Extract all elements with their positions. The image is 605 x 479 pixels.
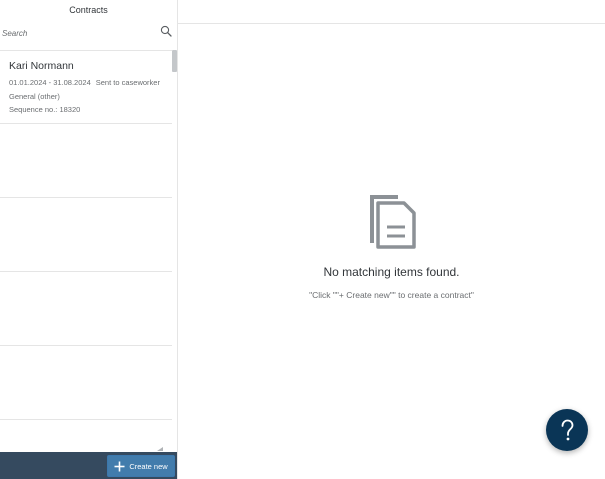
- search-icon[interactable]: [160, 25, 172, 37]
- question-mark-icon: [561, 419, 574, 441]
- master-title: Contracts: [69, 5, 108, 15]
- detail-pane: No matching items found. "Click ""+ Crea…: [178, 0, 605, 479]
- empty-state-title: No matching items found.: [323, 265, 460, 279]
- master-footer: Create new: [0, 452, 177, 479]
- contract-name: Kari Normann: [9, 60, 74, 72]
- detail-header: [178, 0, 605, 24]
- list-item[interactable]: Kari Normann 01.01.2024 - 31.08.2024 Sent…: [0, 50, 172, 124]
- contract-type: General (other): [9, 92, 60, 101]
- master-pane: Contracts Kari Normann 01.01.2024 - 31.0…: [0, 0, 178, 479]
- help-button[interactable]: [546, 409, 588, 451]
- master-header: Contracts: [0, 0, 177, 21]
- scrollbar-thumb[interactable]: [172, 50, 177, 72]
- create-new-label: Create new: [129, 461, 168, 471]
- contract-period-line: 01.01.2024 - 31.08.2024 Sent to caseworke…: [9, 78, 160, 87]
- list-scrollbar[interactable]: [172, 50, 177, 452]
- plus-icon: [114, 461, 125, 471]
- search-input[interactable]: [2, 26, 152, 40]
- list-item[interactable]: [0, 198, 172, 272]
- list-item[interactable]: [0, 346, 172, 420]
- documents-icon: [370, 195, 416, 249]
- list-item[interactable]: [0, 420, 172, 452]
- list-item[interactable]: [0, 272, 172, 346]
- contract-period: 01.01.2024 - 31.08.2024: [9, 78, 91, 87]
- empty-state-description: "Click ""+ Create new"" to create a cont…: [309, 290, 474, 300]
- list-item[interactable]: [0, 124, 172, 198]
- create-new-button[interactable]: Create new: [107, 455, 175, 477]
- contract-status: Sent to caseworker: [95, 78, 160, 87]
- contract-list: Kari Normann 01.01.2024 - 31.08.2024 Sent…: [0, 50, 172, 452]
- contract-sequence: Sequence no.: 18320: [9, 105, 81, 114]
- search-bar: [0, 21, 177, 45]
